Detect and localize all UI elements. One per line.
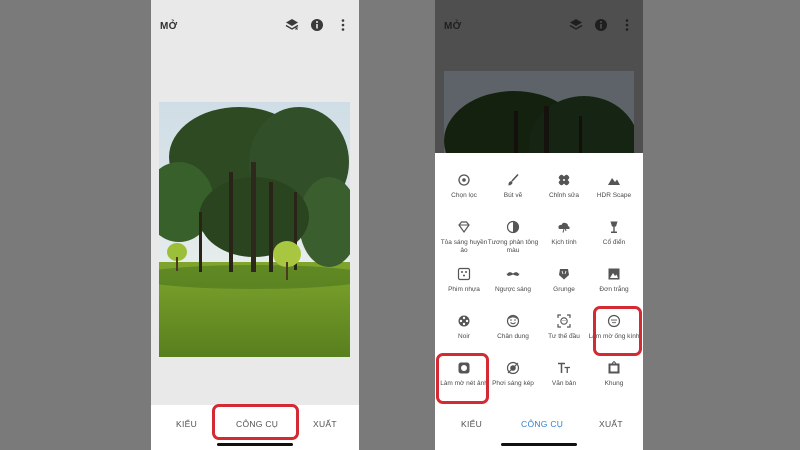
tool-text[interactable]: Văn bản bbox=[538, 361, 590, 407]
film-reel-icon bbox=[458, 315, 470, 327]
selective-icon bbox=[458, 174, 470, 186]
tool-healing[interactable]: Chỉnh sửa bbox=[538, 173, 590, 219]
bottom-nav: KIỂU CÔNG CỤ XUẤT bbox=[435, 405, 643, 450]
tonal-contrast-icon bbox=[506, 220, 520, 234]
tool-frames[interactable]: Khung bbox=[588, 361, 640, 407]
tool-vintage[interactable]: Cổ điển bbox=[588, 220, 640, 266]
mountains-icon bbox=[608, 178, 620, 185]
frame-icon bbox=[608, 361, 620, 374]
info-icon[interactable] bbox=[309, 17, 325, 33]
head-pose-icon bbox=[557, 314, 571, 328]
black-white-icon bbox=[608, 268, 620, 280]
tool-tonal-contrast[interactable]: Tương phản tông màu bbox=[487, 220, 539, 266]
top-bar: MỞ bbox=[151, 0, 359, 52]
tab-export[interactable]: XUẤT bbox=[313, 419, 337, 429]
double-exposure-icon bbox=[506, 361, 520, 375]
tool-grainy-film[interactable]: Phim nhựa bbox=[438, 267, 490, 313]
top-bar-dimmed: MỞ bbox=[435, 0, 643, 52]
more-vert-icon[interactable] bbox=[619, 17, 635, 33]
tab-tools-active[interactable]: CÔNG CỤ bbox=[521, 419, 563, 429]
phone-screen-tools: MỞ Chọn lọc Bút vẽ Chỉnh sửa HDR Scape T… bbox=[435, 0, 643, 450]
tool-grunge[interactable]: Grunge bbox=[538, 267, 590, 313]
tab-styles[interactable]: KIỂU bbox=[176, 419, 197, 429]
park-photo-image bbox=[444, 71, 634, 153]
highlight-lens-blur bbox=[593, 306, 642, 356]
tool-double-exposure[interactable]: Phơi sáng kép bbox=[487, 361, 539, 407]
healing-icon bbox=[558, 174, 570, 186]
tool-head-pose[interactable]: Tư thế đầu bbox=[538, 314, 590, 360]
glamour-glow-icon bbox=[458, 221, 470, 234]
grunge-icon bbox=[559, 269, 569, 280]
tool-portrait[interactable]: Chân dung bbox=[487, 314, 539, 360]
text-icon bbox=[558, 362, 570, 373]
highlight-vignette bbox=[436, 353, 489, 404]
open-button[interactable]: MỞ bbox=[160, 21, 177, 32]
info-icon[interactable] bbox=[593, 17, 609, 33]
tool-drama[interactable]: Kịch tính bbox=[538, 220, 590, 266]
park-photo-image bbox=[159, 102, 350, 357]
home-indicator bbox=[217, 443, 293, 446]
phone-screen-editor: MỞ KIỂU CÔNG CỤ XUẤT bbox=[151, 0, 359, 450]
open-button[interactable]: MỞ bbox=[444, 21, 461, 32]
tool-glamour-glow[interactable]: Tỏa sáng huyền ảo bbox=[438, 220, 490, 266]
home-indicator bbox=[501, 443, 577, 446]
grainy-film-icon bbox=[457, 267, 471, 281]
mustache-icon bbox=[506, 272, 520, 276]
brush-icon bbox=[508, 173, 519, 186]
tool-selective[interactable]: Chọn lọc bbox=[438, 173, 490, 219]
layers-icon[interactable] bbox=[568, 17, 584, 33]
face-icon bbox=[506, 314, 520, 328]
vintage-lamp-icon bbox=[610, 221, 618, 233]
photo-park-dimmed bbox=[444, 71, 634, 153]
more-vert-icon[interactable] bbox=[335, 17, 351, 33]
drama-cloud-icon bbox=[558, 222, 570, 233]
tab-export[interactable]: XUẤT bbox=[599, 419, 623, 429]
tool-brush[interactable]: Bút vẽ bbox=[487, 173, 539, 219]
tool-hdr-scape[interactable]: HDR Scape bbox=[588, 173, 640, 219]
highlight-tools-tab bbox=[212, 404, 299, 440]
tool-retrolux[interactable]: Ngược sáng bbox=[487, 267, 539, 313]
photo-park bbox=[159, 102, 350, 357]
tab-styles[interactable]: KIỂU bbox=[461, 419, 482, 429]
layers-icon[interactable] bbox=[284, 17, 300, 33]
